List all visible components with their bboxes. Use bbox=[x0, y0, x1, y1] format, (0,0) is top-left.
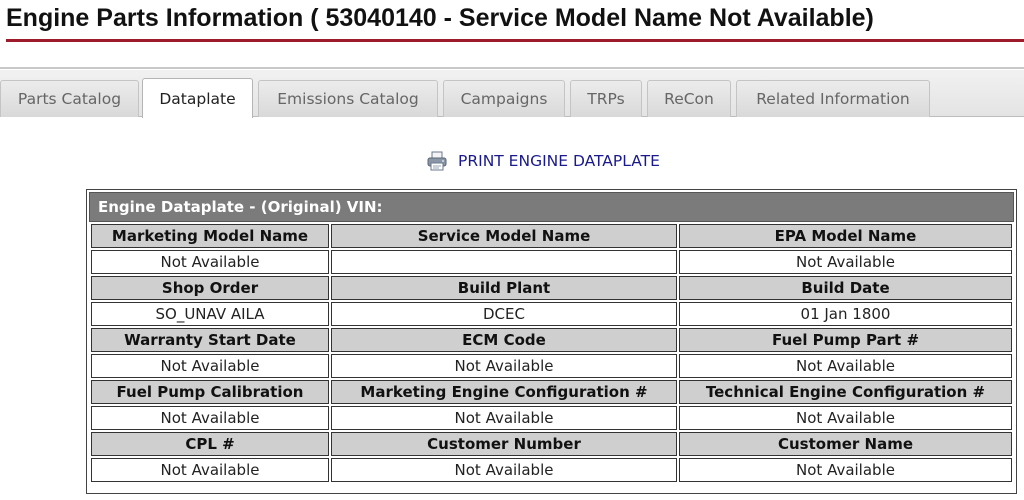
field-value: Not Available bbox=[331, 354, 677, 378]
print-link-label: PRINT ENGINE DATAPLATE bbox=[458, 152, 660, 170]
label-row: Shop Order Build Plant Build Date bbox=[91, 276, 1012, 300]
field-label: Shop Order bbox=[91, 276, 329, 300]
field-label: Build Plant bbox=[331, 276, 677, 300]
field-label: Service Model Name bbox=[331, 224, 677, 248]
printer-icon bbox=[426, 150, 448, 172]
title-divider bbox=[6, 39, 1024, 42]
value-row: Not Available Not Available bbox=[91, 250, 1012, 274]
field-value: Not Available bbox=[679, 250, 1012, 274]
tabbar-top-divider bbox=[0, 67, 1024, 69]
tab-recon[interactable]: ReCon bbox=[647, 80, 731, 117]
field-label: EPA Model Name bbox=[679, 224, 1012, 248]
field-label: ECM Code bbox=[331, 328, 677, 352]
field-label: Marketing Engine Configuration # bbox=[331, 380, 677, 404]
tab-emissions-catalog[interactable]: Emissions Catalog bbox=[258, 80, 438, 117]
field-value: Not Available bbox=[331, 458, 677, 482]
label-row: CPL # Customer Number Customer Name bbox=[91, 432, 1012, 456]
tab-dataplate[interactable]: Dataplate bbox=[142, 78, 253, 118]
field-value: Not Available bbox=[679, 354, 1012, 378]
tab-trps[interactable]: TRPs bbox=[570, 80, 642, 117]
field-label: Build Date bbox=[679, 276, 1012, 300]
page-title: Engine Parts Information ( 53040140 - Se… bbox=[6, 4, 874, 32]
field-value: DCEC bbox=[331, 302, 677, 326]
field-value: 01 Jan 1800 bbox=[679, 302, 1012, 326]
field-value: Not Available bbox=[331, 406, 677, 430]
tab-campaigns[interactable]: Campaigns bbox=[443, 80, 565, 117]
label-row: Marketing Model Name Service Model Name … bbox=[91, 224, 1012, 248]
tab-bar: Parts Catalog Dataplate Emissions Catalo… bbox=[0, 70, 1024, 118]
value-row: Not Available Not Available Not Availabl… bbox=[91, 458, 1012, 482]
field-value bbox=[331, 250, 677, 274]
print-engine-dataplate-link[interactable]: PRINT ENGINE DATAPLATE bbox=[426, 150, 660, 172]
engine-dataplate-panel: Engine Dataplate - (Original) VIN: Marke… bbox=[86, 189, 1017, 494]
value-row: Not Available Not Available Not Availabl… bbox=[91, 406, 1012, 430]
field-label: CPL # bbox=[91, 432, 329, 456]
field-label: Customer Number bbox=[331, 432, 677, 456]
tab-parts-catalog[interactable]: Parts Catalog bbox=[0, 80, 139, 117]
label-row: Fuel Pump Calibration Marketing Engine C… bbox=[91, 380, 1012, 404]
field-label: Fuel Pump Calibration bbox=[91, 380, 329, 404]
dataplate-header: Engine Dataplate - (Original) VIN: bbox=[89, 192, 1014, 222]
field-label: Fuel Pump Part # bbox=[679, 328, 1012, 352]
field-value: Not Available bbox=[91, 250, 329, 274]
field-value: Not Available bbox=[91, 458, 329, 482]
field-value: Not Available bbox=[91, 354, 329, 378]
dataplate-table: Marketing Model Name Service Model Name … bbox=[89, 222, 1014, 484]
tab-related-information[interactable]: Related Information bbox=[736, 80, 930, 117]
field-value: Not Available bbox=[91, 406, 329, 430]
field-value: SO_UNAV AILA bbox=[91, 302, 329, 326]
field-value: Not Available bbox=[679, 458, 1012, 482]
field-label: Marketing Model Name bbox=[91, 224, 329, 248]
field-label: Technical Engine Configuration # bbox=[679, 380, 1012, 404]
value-row: Not Available Not Available Not Availabl… bbox=[91, 354, 1012, 378]
field-label: Warranty Start Date bbox=[91, 328, 329, 352]
field-value: Not Available bbox=[679, 406, 1012, 430]
value-row: SO_UNAV AILA DCEC 01 Jan 1800 bbox=[91, 302, 1012, 326]
label-row: Warranty Start Date ECM Code Fuel Pump P… bbox=[91, 328, 1012, 352]
field-label: Customer Name bbox=[679, 432, 1012, 456]
